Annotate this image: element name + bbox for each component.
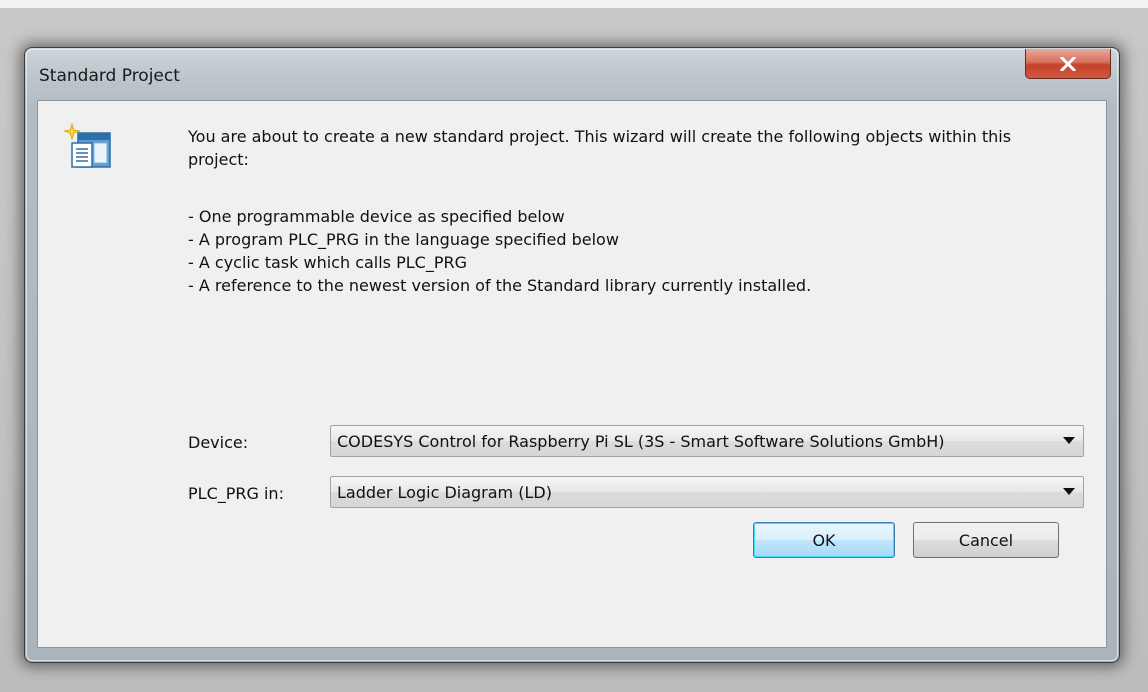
new-project-wizard-icon xyxy=(64,122,111,168)
close-icon xyxy=(1060,56,1076,71)
device-label: Device: xyxy=(188,433,249,452)
title-bar[interactable]: Standard Project xyxy=(25,48,1119,100)
device-dropdown[interactable]: CODESYS Control for Raspberry Pi SL (3S … xyxy=(330,425,1084,457)
list-item: - One programmable device as specified b… xyxy=(188,207,565,226)
intro-paragraph: You are about to create a new standard p… xyxy=(188,127,1012,169)
list-item: - A program PLC_PRG in the language spec… xyxy=(188,230,619,249)
plc-prg-language-dropdown[interactable]: Ladder Logic Diagram (LD) xyxy=(330,476,1084,508)
cancel-button[interactable]: Cancel xyxy=(913,522,1059,558)
chevron-down-icon xyxy=(1063,488,1075,495)
dialog-title: Standard Project xyxy=(39,66,180,86)
plc-prg-language-label: PLC_PRG in: xyxy=(188,484,284,503)
chevron-down-icon xyxy=(1063,437,1075,444)
ok-button[interactable]: OK xyxy=(753,522,895,558)
intro-text: You are about to create a new standard p… xyxy=(188,125,1068,171)
device-dropdown-value: CODESYS Control for Raspberry Pi SL (3S … xyxy=(337,432,945,451)
plc-prg-language-value: Ladder Logic Diagram (LD) xyxy=(337,483,552,502)
list-item: - A cyclic task which calls PLC_PRG xyxy=(188,253,467,272)
object-list: - One programmable device as specified b… xyxy=(188,205,1068,297)
close-button[interactable] xyxy=(1025,49,1111,79)
dialog-body: You are about to create a new standard p… xyxy=(37,100,1107,648)
list-item: - A reference to the newest version of t… xyxy=(188,276,812,295)
standard-project-dialog: Standard Project You are about to create… xyxy=(24,47,1120,663)
